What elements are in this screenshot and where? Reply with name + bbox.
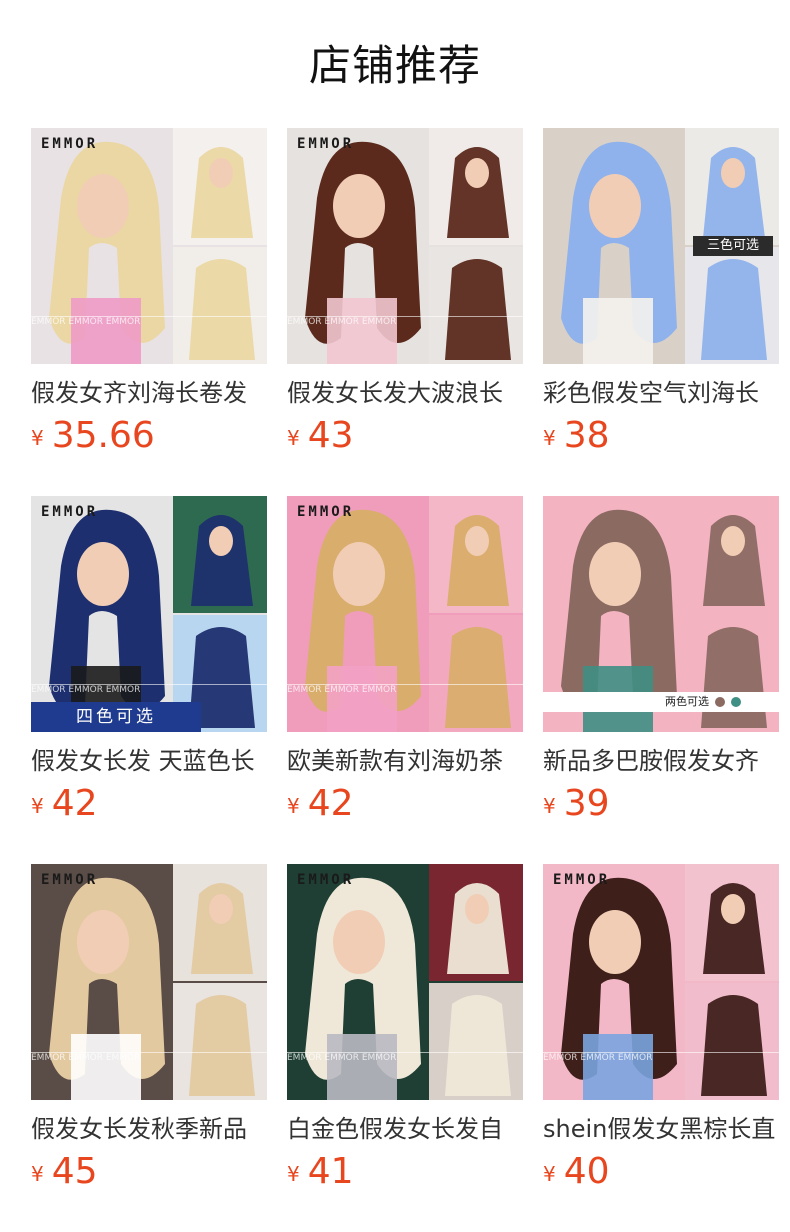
product-price: ¥40 <box>543 1152 610 1192</box>
price-amount: 39 <box>563 783 610 824</box>
price-amount: 38 <box>563 415 610 456</box>
currency-symbol: ¥ <box>543 426 556 450</box>
price-amount: 40 <box>563 1151 610 1192</box>
product-image[interactable]: 三色可选 <box>543 128 779 364</box>
product-name[interactable]: 欧美新款有刘海奶茶 <box>287 744 523 778</box>
currency-symbol: ¥ <box>287 426 300 450</box>
product-image[interactable]: EMMOR EMMOR EMMOR EMMOR <box>287 864 523 1100</box>
currency-symbol: ¥ <box>31 426 44 450</box>
watermark: EMMOR EMMOR EMMOR <box>543 1052 779 1063</box>
color-options-caption: 两色可选 <box>543 692 779 712</box>
watermark: EMMOR EMMOR EMMOR <box>31 1052 267 1063</box>
price-amount: 43 <box>307 415 354 456</box>
currency-symbol: ¥ <box>31 794 44 818</box>
watermark: EMMOR EMMOR EMMOR <box>287 684 523 695</box>
product-image[interactable]: 两色可选 <box>543 496 779 732</box>
product-price: ¥41 <box>287 1152 354 1192</box>
brand-logo-text: EMMOR <box>297 872 355 888</box>
product-price: ¥45 <box>31 1152 98 1192</box>
watermark: EMMOR EMMOR EMMOR <box>287 1052 523 1063</box>
product-name[interactable]: 新品多巴胺假发女齐 <box>543 744 779 778</box>
brand-logo-text: EMMOR <box>41 872 99 888</box>
product-image[interactable]: EMMOR EMMOR EMMOR EMMOR <box>287 128 523 364</box>
brand-logo-text: EMMOR <box>297 136 355 152</box>
product-image[interactable]: EMMOR EMMOR EMMOR EMMOR <box>543 864 779 1100</box>
swatch-brown <box>715 697 725 707</box>
product-card[interactable]: 两色可选新品多巴胺假发女齐 ¥39 <box>543 496 779 826</box>
product-price: ¥35.66 <box>31 416 155 456</box>
product-card[interactable]: EMMOR EMMOR EMMOR EMMOR 白金色假发女长发自 ¥41 <box>287 864 523 1194</box>
brand-logo-text: EMMOR <box>297 504 355 520</box>
watermark: EMMOR EMMOR EMMOR <box>31 684 267 695</box>
currency-symbol: ¥ <box>543 1162 556 1186</box>
product-name[interactable]: 白金色假发女长发自 <box>287 1112 523 1146</box>
product-price: ¥39 <box>543 784 610 824</box>
product-card[interactable]: EMMOR EMMOR EMMOR EMMOR shein假发女黑棕长直 ¥40 <box>543 864 779 1194</box>
product-card[interactable]: EMMOR EMMOR EMMOR EMMOR 假发女长发大波浪长 ¥43 <box>287 128 523 458</box>
currency-symbol: ¥ <box>287 1162 300 1186</box>
color-options-badge: 四色可选 <box>31 702 201 732</box>
product-name[interactable]: 假发女长发秋季新品 <box>31 1112 267 1146</box>
product-card[interactable]: 三色可选彩色假发空气刘海长 ¥38 <box>543 128 779 458</box>
watermark: EMMOR EMMOR EMMOR <box>31 316 267 327</box>
product-name[interactable]: 假发女齐刘海长卷发 <box>31 376 267 410</box>
watermark: EMMOR EMMOR EMMOR <box>287 316 523 327</box>
product-price: ¥43 <box>287 416 354 456</box>
product-card[interactable]: EMMOR EMMOR EMMOR EMMOR 欧美新款有刘海奶茶 ¥42 <box>287 496 523 826</box>
product-price: ¥42 <box>287 784 354 824</box>
currency-symbol: ¥ <box>543 794 556 818</box>
product-name[interactable]: 假发女长发大波浪长 <box>287 376 523 410</box>
price-amount: 42 <box>51 783 98 824</box>
currency-symbol: ¥ <box>31 1162 44 1186</box>
product-image[interactable]: EMMOR EMMOR EMMOR EMMOR <box>287 496 523 732</box>
currency-symbol: ¥ <box>287 794 300 818</box>
price-amount: 45 <box>51 1151 98 1192</box>
brand-logo-text: EMMOR <box>553 872 611 888</box>
product-name[interactable]: 假发女长发 天蓝色长 <box>31 744 267 778</box>
page-title: 店铺推荐 <box>308 41 481 90</box>
price-amount: 42 <box>307 783 354 824</box>
price-amount: 35.66 <box>51 415 155 456</box>
product-name[interactable]: shein假发女黑棕长直 <box>543 1112 779 1146</box>
color-options-badge: 三色可选 <box>693 236 773 256</box>
brand-logo-text: EMMOR <box>41 136 99 152</box>
product-card[interactable]: EMMOR EMMOR EMMOR EMMOR 假发女长发秋季新品 ¥45 <box>31 864 267 1194</box>
product-card[interactable]: EMMOR EMMOR EMMOR EMMOR 假发女齐刘海长卷发 ¥35.66 <box>31 128 267 458</box>
product-image[interactable]: EMMOR EMMOR EMMOR EMMOR 四色可选 <box>31 496 267 732</box>
product-price: ¥38 <box>543 416 610 456</box>
price-amount: 41 <box>307 1151 354 1192</box>
product-image[interactable]: EMMOR EMMOR EMMOR EMMOR <box>31 864 267 1100</box>
brand-logo-text: EMMOR <box>41 504 99 520</box>
product-name[interactable]: 彩色假发空气刘海长 <box>543 376 779 410</box>
product-image[interactable]: EMMOR EMMOR EMMOR EMMOR <box>31 128 267 364</box>
swatch-green <box>731 697 741 707</box>
product-card[interactable]: EMMOR EMMOR EMMOR EMMOR 四色可选假发女长发 天蓝色长 ¥42 <box>31 496 267 826</box>
product-price: ¥42 <box>31 784 98 824</box>
